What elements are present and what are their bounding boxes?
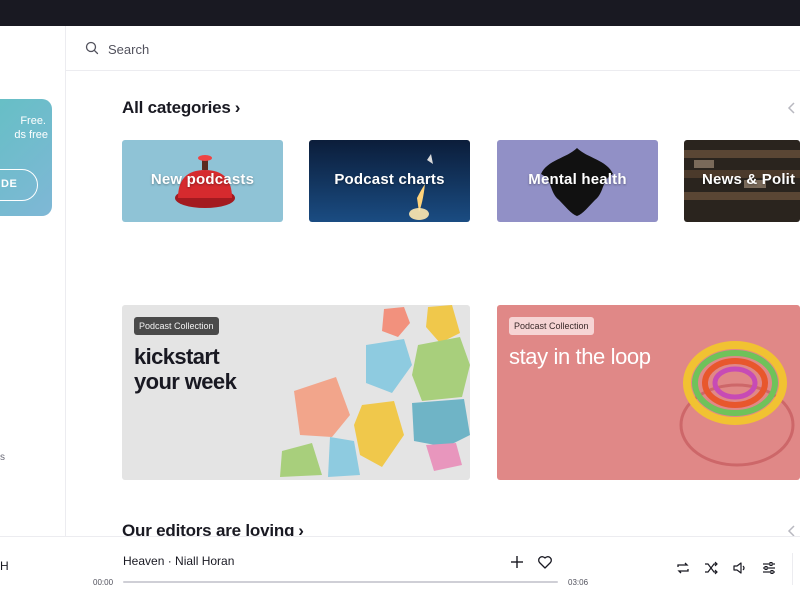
collection-card-stay-in-the-loop[interactable]: Podcast Collection stay in the loop	[497, 305, 800, 480]
search-input[interactable]	[108, 38, 508, 60]
equalizer-icon[interactable]	[761, 560, 777, 576]
volume-icon[interactable]	[732, 560, 748, 576]
collection-tag: Podcast Collection	[134, 317, 219, 335]
player-bar: H Heaven · Niall Horan 00:00 03:06	[0, 536, 800, 600]
promo-text-line1: Free.	[20, 115, 46, 127]
category-card-mental-health[interactable]: Mental health	[497, 140, 658, 222]
shuffle-icon[interactable]	[703, 560, 719, 576]
promo-cta-button[interactable]: DE	[0, 169, 38, 201]
heart-icon[interactable]	[537, 554, 553, 570]
collection-tag: Podcast Collection	[509, 317, 594, 335]
duration-time: 03:06	[568, 578, 589, 587]
repeat-icon[interactable]	[675, 560, 691, 576]
sidebar: Free. ds free DE s	[0, 26, 66, 536]
collection-title-line1: kickstart	[134, 344, 220, 369]
collection-card-kickstart[interactable]: Podcast Collection kickstart your week	[122, 305, 470, 480]
divider	[792, 553, 793, 585]
promo-text-line2: ds free	[14, 129, 48, 141]
category-card-news-politics[interactable]: News & Polit	[684, 140, 800, 222]
category-card-new-podcasts[interactable]: New podcasts	[122, 140, 283, 222]
elapsed-time: 00:00	[93, 578, 114, 587]
chevron-left-icon[interactable]	[784, 100, 800, 116]
all-categories-heading[interactable]: All categories ›	[122, 98, 240, 118]
promo-cta-label: DE	[1, 178, 18, 190]
window-top-bar	[0, 0, 800, 26]
category-label: New podcasts	[150, 171, 255, 188]
chevron-right-icon: ›	[234, 98, 241, 117]
premium-promo-card[interactable]: Free. ds free DE	[0, 99, 52, 216]
category-label: News & Polit	[702, 171, 796, 188]
player-cut-glyph: H	[0, 559, 9, 573]
collection-title-line1: stay in the loop	[509, 344, 651, 369]
collection-title-line2: your week	[134, 369, 237, 394]
category-card-podcast-charts[interactable]: Podcast charts	[309, 140, 470, 222]
progress-bar[interactable]	[123, 581, 558, 583]
category-label: Podcast charts	[334, 171, 445, 188]
category-label: Mental health	[528, 171, 627, 188]
section-title-text: All categories	[122, 98, 231, 117]
track-title[interactable]: Heaven · Niall Horan	[123, 554, 234, 568]
search-bar	[66, 26, 800, 71]
sidebar-item-label: s	[0, 452, 5, 463]
plus-icon[interactable]	[509, 554, 525, 570]
search-icon	[85, 41, 99, 55]
